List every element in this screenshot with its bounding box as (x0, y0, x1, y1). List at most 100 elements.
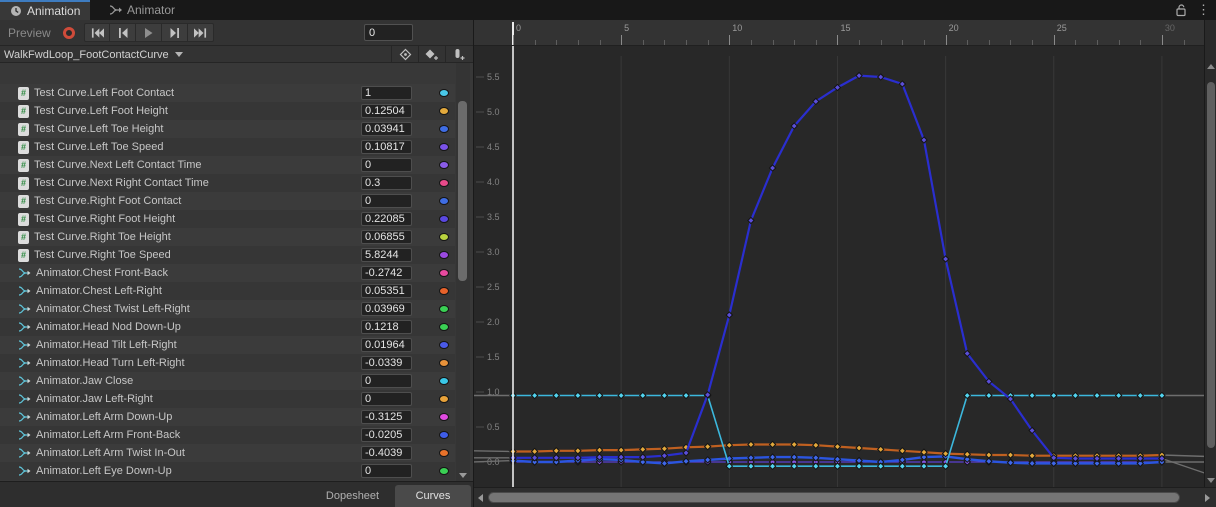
property-row[interactable]: Animator.Left Eye Down-Up (0, 462, 455, 480)
add-event-button[interactable] (445, 46, 472, 62)
keyframe-diamond[interactable] (921, 463, 927, 469)
keyframe-diamond[interactable] (986, 392, 992, 398)
current-frame-field[interactable] (364, 24, 413, 41)
scroll-right-arrow-icon[interactable] (1205, 494, 1210, 502)
keyframe-diamond[interactable] (1159, 392, 1165, 398)
preview-label[interactable]: Preview (8, 26, 51, 40)
keyframe-diamond[interactable] (575, 448, 581, 454)
property-value-field[interactable] (361, 266, 412, 280)
curve-horizontal-scrollbar[interactable] (474, 487, 1216, 507)
property-value-field[interactable] (361, 302, 412, 316)
property-row[interactable]: Animator.Chest Left-Right (0, 282, 455, 300)
keyframe-diamond[interactable] (1029, 392, 1035, 398)
property-value-field[interactable] (361, 248, 412, 262)
keyframe-diamond[interactable] (899, 81, 905, 87)
keyframe-diamond[interactable] (726, 312, 732, 318)
keyframe-diamond[interactable] (1116, 392, 1122, 398)
property-value-field[interactable] (361, 428, 412, 442)
keyframe-diamond[interactable] (683, 392, 689, 398)
keyframe-diamond[interactable] (834, 444, 840, 450)
window-menu-icon[interactable]: ⋮ (1197, 3, 1210, 17)
record-button[interactable] (58, 24, 80, 42)
keyframe-diamond[interactable] (575, 392, 581, 398)
keyframe-diamond[interactable] (618, 392, 624, 398)
property-row[interactable]: Animator.Jaw Close (0, 372, 455, 390)
keyframe-diamond[interactable] (791, 463, 797, 469)
timeline-ruler[interactable]: 051015202530 (474, 20, 1204, 46)
property-value-field[interactable] (361, 176, 412, 190)
go-to-end-button[interactable] (188, 23, 214, 42)
keyframe-diamond[interactable] (769, 441, 775, 447)
keyframe-diamond[interactable] (553, 455, 559, 461)
tab-animator[interactable]: Animator (99, 0, 185, 20)
property-row[interactable]: Animator.Head Tilt Left-Right (0, 336, 455, 354)
keyframe-diamond[interactable] (878, 74, 884, 80)
keyframe-diamond[interactable] (791, 454, 797, 460)
keyframe-diamond[interactable] (726, 463, 732, 469)
keyframe-diamond[interactable] (640, 446, 646, 452)
keyframe-diamond[interactable] (748, 217, 754, 223)
keyframe-diamond[interactable] (726, 442, 732, 448)
property-value-field[interactable] (361, 356, 412, 370)
keyframe-diamond[interactable] (661, 453, 667, 459)
keyframe-diamond[interactable] (899, 448, 905, 454)
property-value-field[interactable] (361, 392, 412, 406)
keyframe-diamond[interactable] (878, 463, 884, 469)
property-row[interactable]: #Test Curve.Right Foot Height (0, 210, 455, 228)
tab-animation[interactable]: Animation (0, 0, 90, 20)
keyframe-diamond[interactable] (943, 256, 949, 262)
keyframe-diamond[interactable] (878, 446, 884, 452)
keyframe-diamond[interactable] (596, 447, 602, 453)
keyframe-diamond[interactable] (553, 392, 559, 398)
property-value-field[interactable] (361, 446, 412, 460)
scrollbar-thumb[interactable] (1207, 82, 1215, 448)
next-keyframe-button[interactable] (162, 23, 188, 42)
tab-dopesheet[interactable]: Dopesheet (311, 485, 394, 507)
keyframe-diamond[interactable] (532, 448, 538, 454)
keyframe-diamond[interactable] (769, 454, 775, 460)
scroll-left-arrow-icon[interactable] (478, 494, 483, 502)
go-to-beginning-button[interactable] (84, 23, 110, 42)
keyframe-diamond[interactable] (748, 441, 754, 447)
property-row[interactable]: #Test Curve.Left Foot Contact (0, 84, 455, 102)
property-row[interactable]: #Test Curve.Right Foot Contact (0, 192, 455, 210)
property-value-field[interactable] (361, 464, 412, 478)
keyframe-diamond[interactable] (1029, 453, 1035, 459)
keyframe-diamond[interactable] (640, 454, 646, 460)
keyframe-diamond[interactable] (705, 444, 711, 450)
keyframe-diamond[interactable] (986, 452, 992, 458)
keyframe-diamond[interactable] (921, 137, 927, 143)
keyframe-diamond[interactable] (532, 455, 538, 461)
keyframe-diamond[interactable] (748, 463, 754, 469)
scroll-down-arrow-icon[interactable] (459, 473, 467, 478)
scroll-down-arrow-icon[interactable] (1207, 478, 1215, 483)
keyframe-diamond[interactable] (964, 392, 970, 398)
keyframe-diamond[interactable] (532, 392, 538, 398)
previous-keyframe-button[interactable] (110, 23, 136, 42)
curve-editor-canvas[interactable]: 0.00.51.01.52.02.53.03.54.04.55.05.5 (474, 46, 1204, 487)
property-value-field[interactable] (361, 410, 412, 424)
keyframe-diamond[interactable] (596, 392, 602, 398)
keyframe-diamond[interactable] (791, 441, 797, 447)
property-value-field[interactable] (361, 86, 412, 100)
property-value-field[interactable] (361, 212, 412, 226)
add-keyframe-button[interactable] (418, 46, 445, 62)
keyframe-diamond[interactable] (813, 463, 819, 469)
property-value-field[interactable] (361, 374, 412, 388)
property-value-field[interactable] (361, 284, 412, 298)
keyframe-diamond[interactable] (553, 448, 559, 454)
keyframe-diamond[interactable] (683, 450, 689, 456)
property-value-field[interactable] (361, 104, 412, 118)
keyframe-diamond[interactable] (1072, 392, 1078, 398)
property-row[interactable]: Animator.Head Nod Down-Up (0, 318, 455, 336)
play-button[interactable] (136, 23, 162, 42)
property-row[interactable]: #Test Curve.Left Toe Speed (0, 138, 455, 156)
scrollbar-thumb[interactable] (488, 492, 1180, 503)
property-row[interactable]: #Test Curve.Left Foot Height (0, 102, 455, 120)
property-list-scrollbar[interactable] (456, 63, 470, 481)
keyframe-diamond[interactable] (834, 463, 840, 469)
keyframe-diamond[interactable] (748, 455, 754, 461)
scrollbar-thumb[interactable] (458, 101, 467, 281)
property-row[interactable]: Animator.Left Arm Front-Back (0, 426, 455, 444)
keyframe-diamond[interactable] (964, 451, 970, 457)
